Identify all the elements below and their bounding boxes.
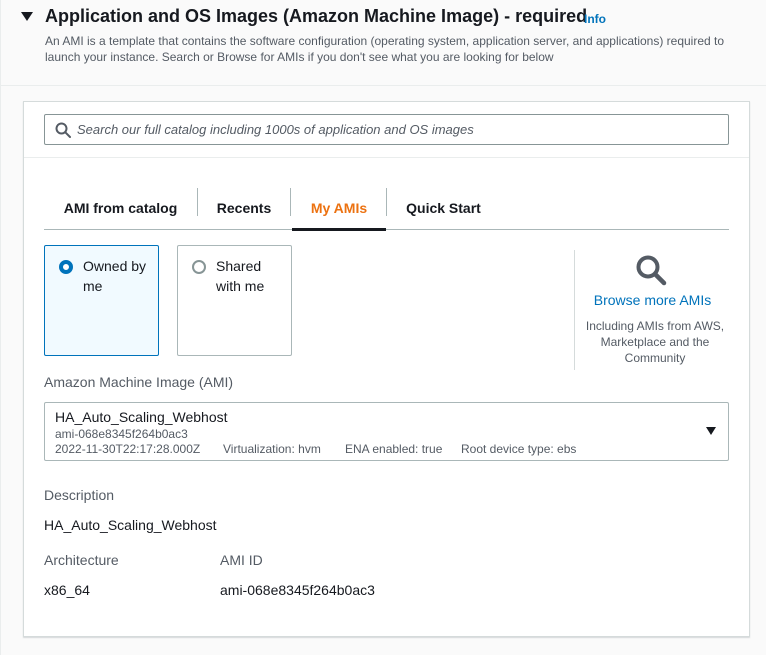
search-icon bbox=[55, 122, 71, 138]
description-value: HA_Auto_Scaling_Webhost bbox=[44, 517, 217, 533]
tab-my-amis[interactable]: My AMIs bbox=[292, 186, 386, 231]
ami-id-label: AMI ID bbox=[220, 552, 263, 568]
caret-down-icon[interactable] bbox=[706, 427, 716, 435]
collapse-caret-icon[interactable] bbox=[21, 12, 33, 21]
info-link[interactable]: Info bbox=[584, 12, 606, 26]
ami-ena-enabled: ENA enabled: true bbox=[345, 442, 443, 456]
search-band bbox=[24, 102, 749, 158]
tile-shared-with-me[interactable]: Shared with me bbox=[177, 245, 292, 356]
ami-root-device: Root device type: ebs bbox=[461, 442, 577, 456]
browse-more-amis: Browse more AMIs Including AMIs from AWS… bbox=[574, 250, 729, 370]
ami-search-box[interactable] bbox=[44, 114, 729, 145]
ami-tabs: AMI from catalog Recents My AMIs Quick S… bbox=[44, 186, 729, 231]
ami-select-name: HA_Auto_Scaling_Webhost bbox=[55, 409, 228, 425]
ami-search-input[interactable] bbox=[77, 115, 717, 144]
description-label: Description bbox=[44, 487, 115, 503]
tile-owned-by-me[interactable]: Owned by me bbox=[44, 245, 159, 356]
section-title: Application and OS Images (Amazon Machin… bbox=[45, 6, 588, 26]
ami-created-date: 2022-11-30T22:17:28.000Z bbox=[55, 442, 201, 456]
tab-recents[interactable]: Recents bbox=[198, 186, 290, 230]
ami-selection-card: AMI from catalog Recents My AMIs Quick S… bbox=[23, 101, 750, 637]
architecture-label: Architecture bbox=[44, 552, 119, 568]
browse-more-amis-link[interactable]: Browse more AMIs bbox=[575, 292, 730, 308]
tile-label: Owned by me bbox=[83, 258, 147, 294]
magnifier-icon[interactable] bbox=[635, 254, 667, 286]
page: Application and OS Images (Amazon Machin… bbox=[0, 0, 766, 655]
ami-select-id: ami-068e8345f264b0ac3 bbox=[55, 427, 188, 441]
browse-subtitle: Including AMIs from AWS, Marketplace and… bbox=[585, 319, 725, 365]
radio-owned-by-me[interactable] bbox=[59, 260, 73, 274]
tab-separator bbox=[290, 188, 291, 216]
section-description: An AMI is a template that contains the s… bbox=[45, 34, 725, 64]
ami-select[interactable]: HA_Auto_Scaling_Webhost ami-068e8345f264… bbox=[44, 402, 729, 461]
radio-shared-with-me[interactable] bbox=[192, 260, 206, 274]
ami-virtualization: Virtualization: hvm bbox=[223, 442, 321, 456]
section-header: Application and OS Images (Amazon Machin… bbox=[1, 0, 766, 86]
tab-ami-from-catalog[interactable]: AMI from catalog bbox=[44, 186, 197, 230]
tile-label: Shared with me bbox=[216, 258, 265, 294]
architecture-value: x86_64 bbox=[44, 582, 90, 598]
ami-field-label: Amazon Machine Image (AMI) bbox=[44, 374, 234, 390]
tab-quick-start[interactable]: Quick Start bbox=[387, 186, 500, 230]
ami-id-value: ami-068e8345f264b0ac3 bbox=[220, 582, 375, 598]
